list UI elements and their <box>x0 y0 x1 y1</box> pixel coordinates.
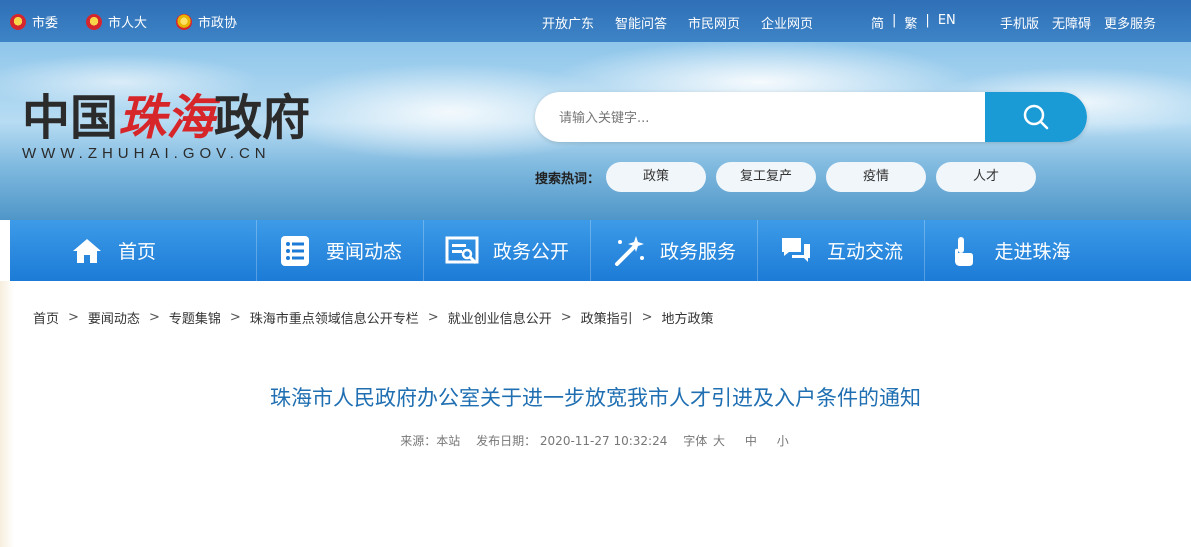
breadcrumb-item-topics[interactable]: 专题集锦 <box>169 308 221 327</box>
breadcrumb-item-employment[interactable]: 就业创业信息公开 <box>448 308 552 327</box>
hand-pointer-icon <box>955 236 974 266</box>
article-title: 珠海市人民政府办公室关于进一步放宽我市人才引进及入户条件的通知 <box>270 386 921 410</box>
simplified-chinese-link[interactable]: 简 <box>871 13 884 32</box>
breadcrumb-item-policy-guide[interactable]: 政策指引 <box>581 308 633 327</box>
site-logo[interactable]: 中国珠海政府 <box>22 92 310 144</box>
logo-text-government: 政府 <box>214 90 311 146</box>
breadcrumb-separator: > <box>427 310 439 325</box>
breadcrumb: 首页 > 要闻动态 > 专题集锦 > 珠海市重点领域信息公开专栏 > 就业创业信… <box>33 308 714 327</box>
traditional-chinese-link[interactable]: 繁 <box>904 13 917 32</box>
open-guangdong-link[interactable]: 开放广东 <box>542 13 594 32</box>
hot-search: 搜索热词： 政策 复工复产 疫情 人才 <box>535 162 1046 192</box>
breadcrumb-separator: > <box>229 310 241 325</box>
party-emblem-icon <box>10 13 26 30</box>
accessibility-link[interactable]: 无障碍 <box>1052 13 1091 32</box>
hot-tag-talent[interactable]: 人才 <box>936 162 1037 192</box>
nav-news-label: 要闻动态 <box>325 241 402 263</box>
chat-icon <box>781 237 810 262</box>
breadcrumb-item-local-policy[interactable]: 地方政策 <box>662 308 714 327</box>
more-services-link[interactable]: 更多服务 <box>1104 13 1156 32</box>
side-decoration <box>0 281 14 547</box>
article-source: 来源：本站 <box>400 434 461 448</box>
nav-about-zhuhai[interactable]: 走进珠海 <box>925 220 1092 281</box>
lang-divider: | <box>925 13 930 28</box>
font-size-medium-button[interactable]: 中 <box>745 434 757 448</box>
news-list-icon <box>280 235 309 266</box>
nav-gov-affairs-open[interactable]: 政务公开 <box>424 220 591 281</box>
search-icon <box>1023 104 1049 130</box>
font-size-large-button[interactable]: 大 <box>713 434 725 448</box>
party-committee-label: 市委 <box>32 16 59 31</box>
nav-home[interactable]: 首页 <box>10 220 257 281</box>
font-size-label: 字体 <box>683 434 708 448</box>
site-url: WWW.ZHUHAI.GOV.CN <box>22 145 271 162</box>
article-date: 发布日期： 2020-11-27 10:32:24 <box>476 434 668 448</box>
peoples-congress-link[interactable]: 市人大 <box>86 12 147 31</box>
english-link[interactable]: EN <box>938 13 956 32</box>
breadcrumb-item-news[interactable]: 要闻动态 <box>88 308 140 327</box>
lang-divider: | <box>892 13 897 28</box>
cppcc-label: 市政协 <box>198 16 238 31</box>
font-size-small-button[interactable]: 小 <box>777 434 789 448</box>
peoples-congress-label: 市人大 <box>108 16 148 31</box>
logo-text-zhuhai: 珠海 <box>118 90 215 146</box>
mobile-version-link[interactable]: 手机版 <box>1000 13 1039 32</box>
hot-search-label: 搜索热词： <box>535 171 601 187</box>
cppcc-emblem-icon <box>176 13 192 30</box>
breadcrumb-separator: > <box>148 310 160 325</box>
hot-tag-policy[interactable]: 政策 <box>606 162 707 192</box>
smart-qa-link[interactable]: 智能问答 <box>615 13 667 32</box>
article-meta: 来源：本站 发布日期： 2020-11-27 10:32:24 字体 大 中 小 <box>0 432 1191 449</box>
nav-gov-services-label: 政务服务 <box>659 241 736 263</box>
nav-interaction-label: 互动交流 <box>826 241 903 263</box>
citizen-page-link[interactable]: 市民网页 <box>688 13 740 32</box>
national-emblem-icon <box>86 13 102 30</box>
document-icon <box>445 236 479 264</box>
top-bar: 市委 市人大 市政协 开放广东 智能问答 市民网页 企业网页 简 | 繁 | E… <box>0 0 1191 42</box>
hot-tag-epidemic[interactable]: 疫情 <box>826 162 927 192</box>
search-input[interactable] <box>557 106 981 130</box>
logo-text-china: 中国 <box>22 90 119 146</box>
breadcrumb-item-key-areas[interactable]: 珠海市重点领域信息公开专栏 <box>250 308 419 327</box>
breadcrumb-separator: > <box>641 310 653 325</box>
breadcrumb-item-home[interactable]: 首页 <box>33 308 59 327</box>
hot-tag-resume-work[interactable]: 复工复产 <box>716 162 817 192</box>
header-banner: 中国珠海政府 WWW.ZHUHAI.GOV.CN 搜索热词： 政策 复工复产 疫… <box>0 42 1191 220</box>
enterprise-page-link[interactable]: 企业网页 <box>761 13 813 32</box>
nav-gov-services[interactable]: 政务服务 <box>591 220 758 281</box>
breadcrumb-separator: > <box>68 310 79 325</box>
search-button[interactable] <box>985 92 1087 142</box>
cppcc-link[interactable]: 市政协 <box>176 12 237 31</box>
home-icon <box>73 238 101 263</box>
nav-home-label: 首页 <box>118 241 157 263</box>
nav-about-zhuhai-label: 走进珠海 <box>994 241 1071 263</box>
nav-gov-affairs-open-label: 政务公开 <box>492 241 569 263</box>
breadcrumb-separator: > <box>560 310 572 325</box>
nav-news[interactable]: 要闻动态 <box>257 220 424 281</box>
magic-wand-icon <box>614 235 644 266</box>
nav-interaction[interactable]: 互动交流 <box>758 220 925 281</box>
main-nav: 首页 要闻动态 政务公开 政务服务 互动交流 走进珠海 <box>10 220 1191 281</box>
party-committee-link[interactable]: 市委 <box>10 12 58 31</box>
search-box <box>535 92 1087 142</box>
